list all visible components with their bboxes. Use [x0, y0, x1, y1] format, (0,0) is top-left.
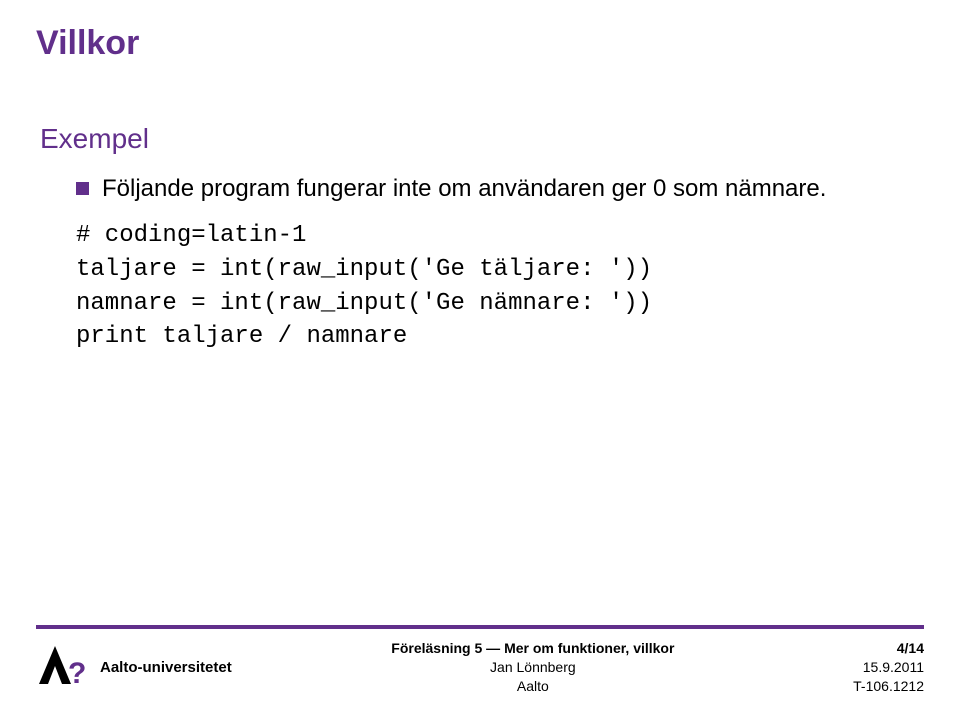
code-block: # coding=latin-1 taljare = int(raw_input… [76, 219, 924, 353]
bullet-item: Följande program fungerar inte om använd… [76, 173, 924, 205]
footer-grid: ? Aalto-universitetet Föreläsning 5 — Me… [0, 639, 960, 696]
org-name: Aalto [232, 677, 834, 696]
date: 15.9.2011 [834, 658, 924, 677]
footer-rule [36, 625, 924, 629]
author-name: Jan Lönnberg [232, 658, 834, 677]
lecture-title: Föreläsning 5 — Mer om funktioner, villk… [232, 639, 834, 658]
aalto-logo-icon: ? [36, 644, 88, 690]
footer-center: Föreläsning 5 — Mer om funktioner, villk… [232, 639, 834, 696]
course-code: T-106.1212 [834, 677, 924, 696]
footer-right: 4/14 15.9.2011 T-106.1212 [834, 639, 924, 696]
slide-subtitle: Exempel [40, 123, 924, 155]
footer: ? Aalto-universitetet Föreläsning 5 — Me… [0, 625, 960, 720]
page-number: 4/14 [834, 639, 924, 658]
logo-box: ? [36, 639, 96, 696]
svg-text:?: ? [68, 657, 86, 690]
university-name: Aalto-universitetet [100, 659, 232, 676]
slide: Villkor Exempel Följande program fungera… [0, 0, 960, 720]
slide-title: Villkor [36, 24, 924, 63]
bullet-list: Följande program fungerar inte om använd… [76, 173, 924, 205]
